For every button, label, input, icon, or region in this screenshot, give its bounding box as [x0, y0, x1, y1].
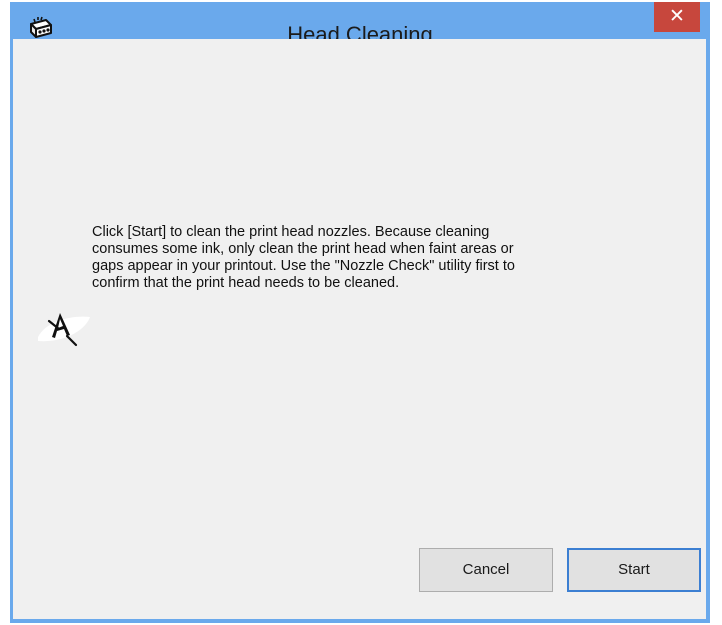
cancel-button[interactable]: Cancel — [419, 548, 553, 592]
instruction-text: Click [Start] to clean the print head no… — [92, 224, 515, 291]
start-button[interactable]: Start — [567, 548, 701, 592]
close-button[interactable]: ✕ — [654, 2, 700, 32]
head-cleaning-dialog: Head Cleaning ✕ Click [Start] to clean t… — [10, 2, 710, 623]
print-head-cleaning-icon — [36, 307, 92, 347]
dialog-body: Click [Start] to clean the print head no… — [13, 39, 706, 619]
